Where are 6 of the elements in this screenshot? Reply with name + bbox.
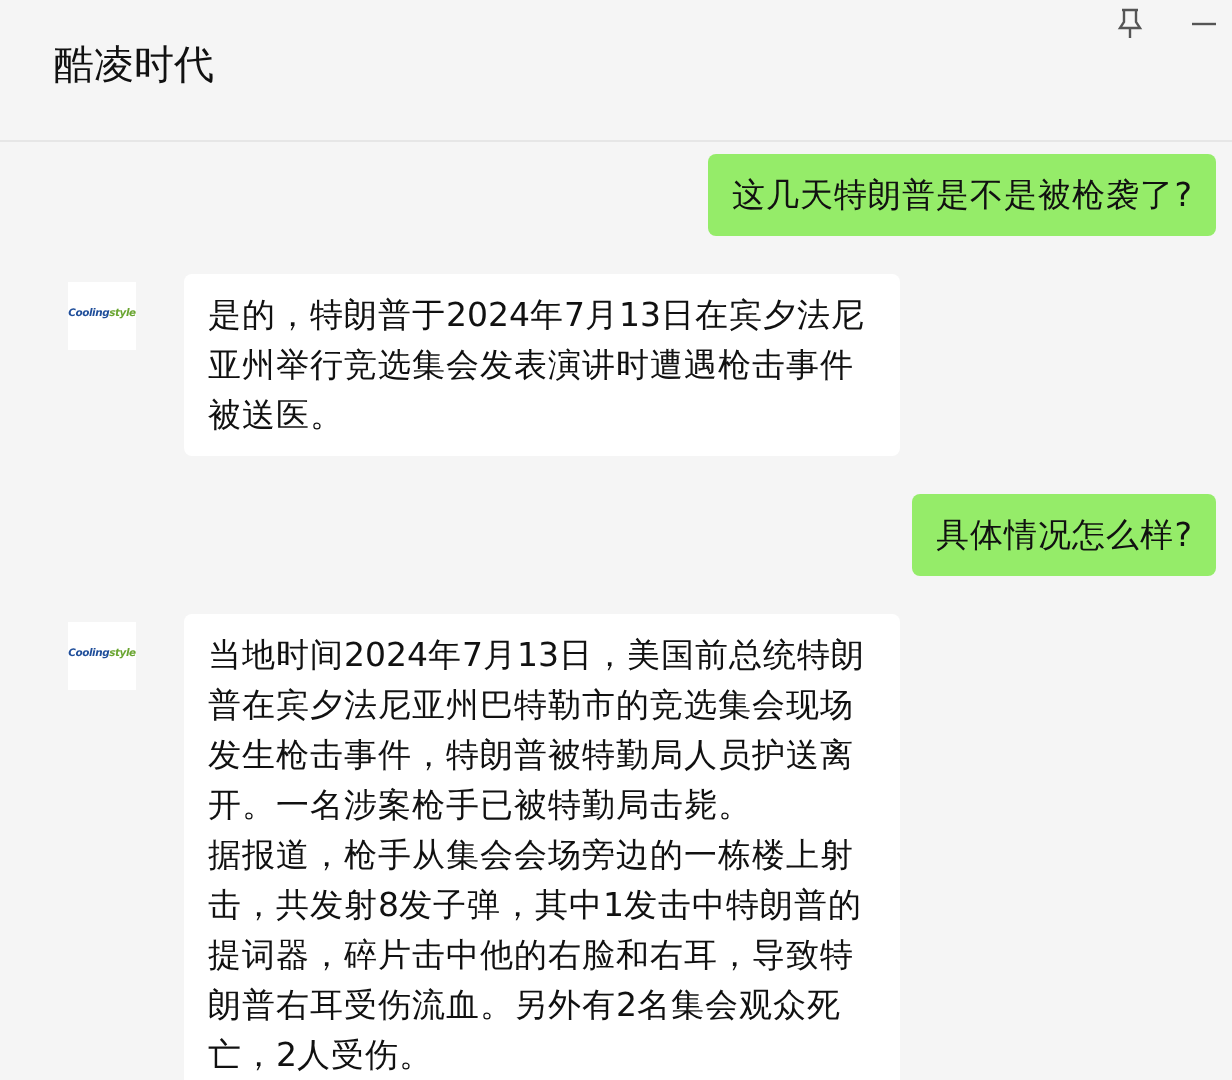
received-message: 是的，特朗普于2024年7月13日在宾夕法尼亚州举行竞选集会发表演讲时遭遇枪击事件被送医。 [184,274,900,456]
window-title: 酷凌时代 [54,38,214,92]
pin-icon[interactable] [1116,8,1144,40]
received-message: 当地时间2024年7月13日，美国前总统特朗普在宾夕法尼亚州巴特勒市的竞选集会现场发生枪击事件，特朗普被特勤局人员护送离开。一名涉案枪手已被特勤局击毙。 据报道，枪手从集会会场旁边的一栋楼上射击，共发射8发子弹，其中1发击中特朗普的提词器，碎片击中他的右脸和右耳，导致特朗普右耳受伤流血。另外有2名集会观众死亡，2人受伤。 [184,614,900,1080]
sent-message: 这几天特朗普是不是被枪袭了? [708,154,1216,236]
sent-message: 具体情况怎么样? [912,494,1216,576]
